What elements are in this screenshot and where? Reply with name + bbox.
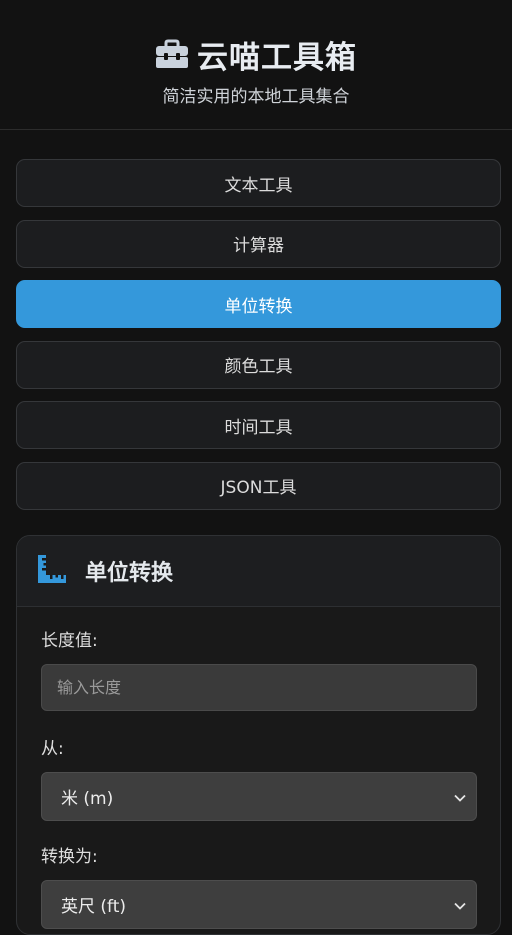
title-row: 云喵工具箱 [0, 34, 512, 76]
panel-body: 长度值: 从: 米 (m) 转换为: 英尺 (ft) [17, 607, 500, 929]
length-label: 长度值: [41, 631, 98, 651]
app-title: 云喵工具箱 [197, 39, 357, 76]
app-header: 云喵工具箱 简洁实用的本地工具集合 [0, 0, 512, 130]
nav-color-tools-button[interactable]: 颜色工具 [16, 340, 501, 389]
nav-calculator-button[interactable]: 计算器 [16, 219, 501, 268]
from-unit-label: 从: [41, 739, 64, 759]
nav-json-tools-button[interactable]: JSON工具 [16, 461, 501, 510]
panel-title: 单位转换 [85, 561, 174, 586]
chevron-down-icon [454, 787, 466, 807]
toolbox-icon [155, 39, 189, 69]
chevron-down-icon [454, 895, 466, 915]
unit-converter-panel: 单位转换 长度值: 从: 米 (m) 转换为: 英尺 (ft) [16, 535, 501, 935]
nav-time-tools-button[interactable]: 时间工具 [16, 401, 501, 449]
length-input[interactable] [41, 664, 477, 711]
to-unit-select[interactable]: 英尺 (ft) [41, 880, 477, 929]
nav-text-tools-button[interactable]: 文本工具 [16, 159, 501, 207]
panel-header: 单位转换 [17, 536, 500, 607]
from-unit-select[interactable]: 米 (m) [41, 772, 477, 821]
from-unit-value: 米 (m) [61, 789, 114, 809]
ruler-icon [37, 554, 67, 588]
nav-unit-converter-button[interactable]: 单位转换 [16, 280, 501, 328]
app-subtitle: 简洁实用的本地工具集合 [162, 87, 350, 107]
to-unit-label: 转换为: [41, 847, 98, 867]
tool-nav: 文本工具 计算器 单位转换 颜色工具 时间工具 JSON工具 [0, 130, 512, 510]
